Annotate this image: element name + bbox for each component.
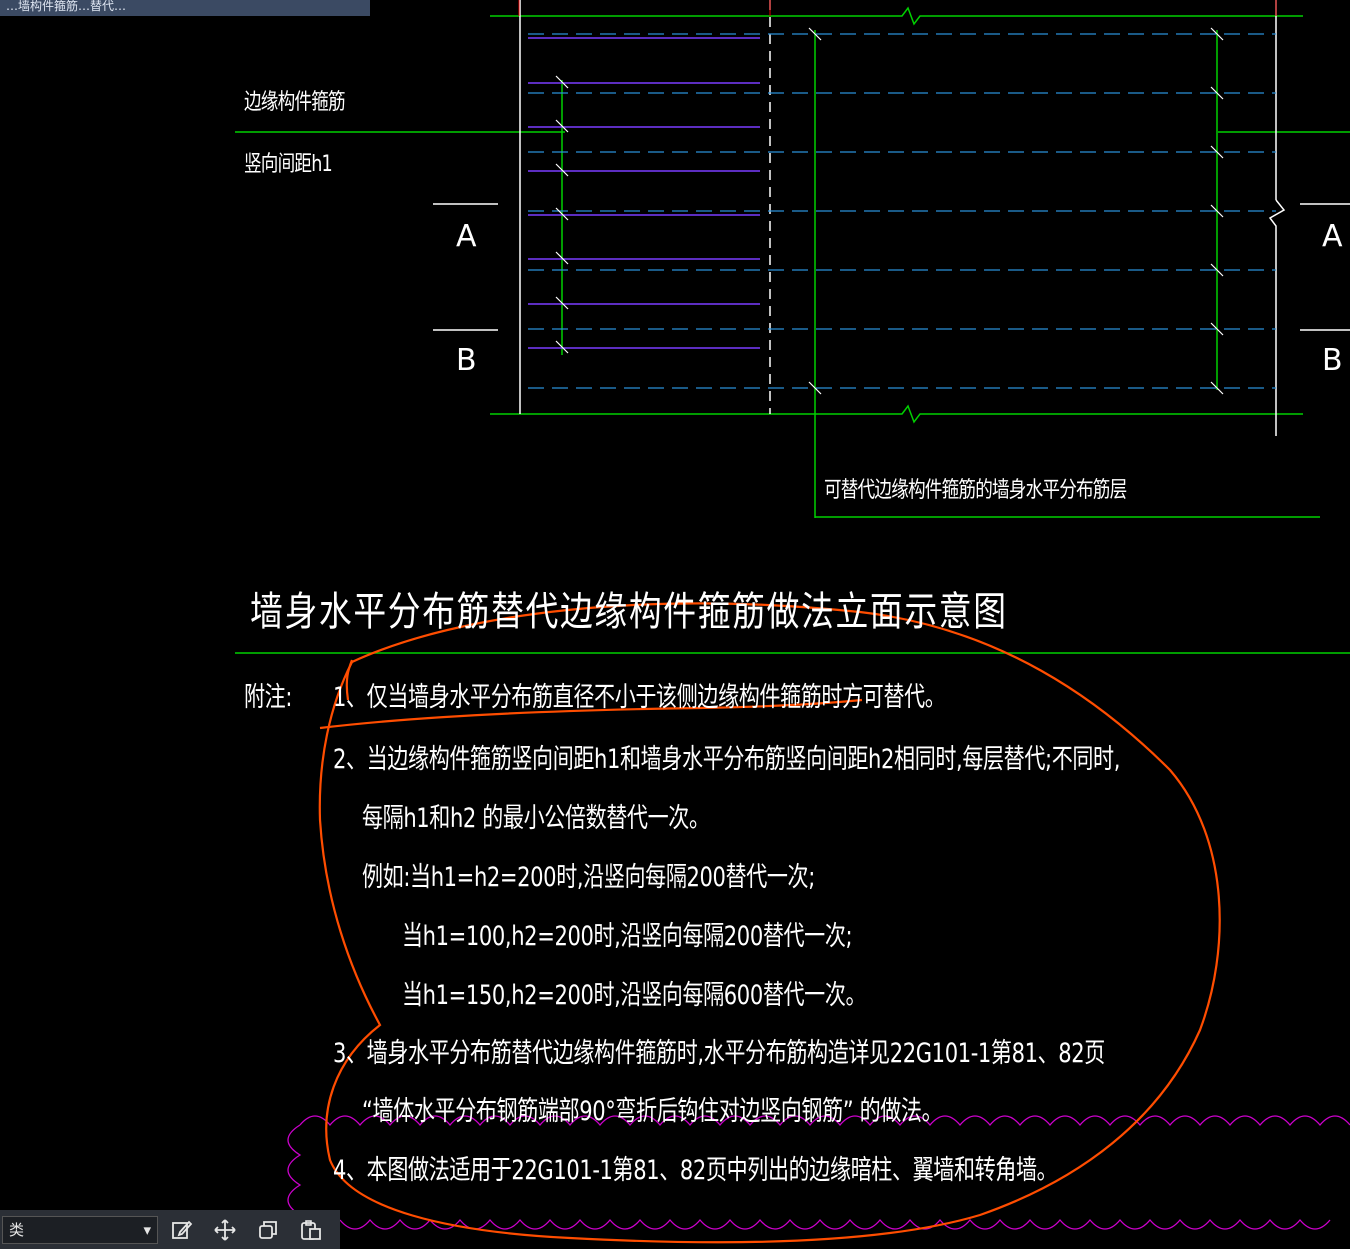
window-title: …墙构件箍筋…替代… (6, 0, 127, 13)
label-vertical-spacing: 竖向间距h1 (244, 152, 333, 177)
cad-canvas[interactable]: …墙构件箍筋…替代… 边缘构件箍筋 竖向间距h1 A B A B 可替代边缘构件… (0, 0, 1350, 1249)
drawing-title: 墙身水平分布筋替代边缘构件箍筋做法立面示意图 (250, 589, 1008, 635)
callout-label: 可替代边缘构件箍筋的墙身水平分布筋层 (824, 478, 1127, 503)
copy-icon (259, 1220, 277, 1239)
move-button[interactable] (206, 1214, 244, 1246)
chevron-down-icon: ▾ (143, 1220, 151, 1239)
paste-button[interactable] (292, 1214, 330, 1246)
note-line: 1、仅当墙身水平分布筋直径不小于该侧边缘构件箍筋时方可替代。 (333, 682, 946, 713)
filter-select[interactable]: 类 ▾ (2, 1215, 158, 1244)
note-line: 当h1=100,h2=200时,沿竖向每隔200替代一次; (402, 921, 853, 952)
note-line: 2、当边缘构件箍筋竖向间距h1和墙身水平分布筋竖向间距h2相同时,每层替代;不同… (333, 744, 1121, 775)
section-mark-a-right: A (1322, 219, 1343, 254)
section-mark-b-right: B (1322, 343, 1343, 378)
note-line: 3、墙身水平分布筋替代边缘构件箍筋时,水平分布筋构造详见22G101-1第81、… (333, 1038, 1105, 1069)
edit-icon (172, 1220, 193, 1239)
note-line: 4、本图做法适用于22G101-1第81、82页中列出的边缘暗柱、翼墙和转角墙。 (333, 1155, 1058, 1186)
edit-button[interactable] (163, 1214, 201, 1246)
section-mark-b-left: B (456, 343, 477, 378)
filter-select-value: 类 (9, 1221, 25, 1239)
note-line: “墙体水平分布钢筋端部90°弯折后钩住对边竖向钢筋” 的做法。 (362, 1096, 943, 1127)
note-line: 每隔h1和h2 的最小公倍数替代一次。 (362, 803, 710, 834)
move-icon (214, 1218, 236, 1241)
note-line: 例如:当h1=h2=200时,沿竖向每隔200替代一次; (362, 862, 815, 893)
notes-label: 附注: (244, 682, 293, 713)
section-mark-a-left: A (456, 219, 477, 254)
window-title-bar: …墙构件箍筋…替代… (0, 0, 370, 16)
note-line: 当h1=150,h2=200时,沿竖向每隔600替代一次。 (402, 980, 867, 1011)
copy-button[interactable] (249, 1214, 287, 1246)
paste-icon (301, 1219, 321, 1240)
label-edge-stirrup: 边缘构件箍筋 (244, 90, 346, 115)
bottom-toolbar: 类 ▾ (0, 1210, 340, 1249)
